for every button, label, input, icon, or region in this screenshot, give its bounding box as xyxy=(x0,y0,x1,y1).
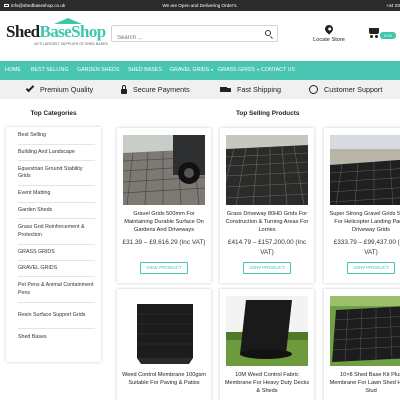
nav-shed-bases[interactable]: SHED BASES xyxy=(128,61,162,80)
support-icon xyxy=(309,85,318,94)
lock-icon xyxy=(121,84,127,94)
nav-best-selling[interactable]: BEST SELLING xyxy=(31,61,69,80)
product-card[interactable]: 10×8 Shed Base Kit Plus Membrane For Law… xyxy=(324,289,400,400)
map-pin-icon xyxy=(323,23,335,35)
product-name[interactable]: Super Strong Gravel Grids 50mm For Helic… xyxy=(327,210,400,235)
site-header: ShedBaseShop UK'S LARGEST SUPPLIER OF SH… xyxy=(0,11,400,61)
category-item[interactable]: Shed Bases xyxy=(18,329,95,347)
category-item[interactable]: GRASS GRIDS xyxy=(18,245,95,261)
locate-store-label: Locate Store xyxy=(313,37,345,43)
category-item[interactable]: Garden Sheds xyxy=(18,203,95,219)
nav-label: GRASS GRIDS xyxy=(218,67,255,73)
product-image[interactable] xyxy=(123,296,205,366)
product-name[interactable]: 10×8 Shed Base Kit Plus Membrane For Law… xyxy=(327,371,400,396)
chevron-down-icon xyxy=(256,68,259,71)
search-icon[interactable] xyxy=(265,30,271,36)
view-product-button[interactable]: VIEW PRODUCT xyxy=(243,262,291,274)
nav-label: CONTACT US xyxy=(261,67,295,73)
product-image[interactable] xyxy=(330,135,400,205)
nav-label: BEST SELLING xyxy=(31,67,69,73)
site-logo[interactable]: ShedBaseShop UK'S LARGEST SUPPLIER OF SH… xyxy=(6,18,108,55)
nav-label: GRAVEL GRIDS xyxy=(170,67,210,73)
category-item[interactable]: Equestrian Ground Stability Grids xyxy=(18,161,95,186)
locate-store-link[interactable]: Locate Store xyxy=(309,23,349,43)
categories-title: Top Categories xyxy=(30,110,77,117)
nav-contact-us[interactable]: CONTACT US xyxy=(261,61,295,80)
view-product-button[interactable]: VIEW PRODUCT xyxy=(347,262,395,274)
logo-text-shed: Shed xyxy=(6,22,40,41)
usp-premium-quality: Premium Quality xyxy=(25,80,94,99)
product-image[interactable] xyxy=(123,135,205,205)
top-bar: info@shedbaseshop.co.uk We are Open and … xyxy=(0,0,400,11)
product-name[interactable]: 10M Weed Control Fabric Membrane For Hea… xyxy=(223,371,311,396)
product-card[interactable]: Grass Driveway 80HD Grids For Constructi… xyxy=(220,128,314,283)
nav-label: SHED BASES xyxy=(128,67,162,73)
product-name[interactable]: Grass Driveway 80HD Grids For Constructi… xyxy=(223,210,311,235)
top-selling-title: Top Selling Products xyxy=(236,110,300,117)
product-name[interactable]: Gravel Grids 500mm For Maintaining Durab… xyxy=(120,210,208,235)
nav-label: GARDEN SHEDS xyxy=(77,67,120,73)
usp-label: Customer Support xyxy=(324,85,383,94)
chevron-down-icon xyxy=(211,68,214,71)
nav-home[interactable]: HOME xyxy=(5,61,21,80)
categories-panel: Best Selling Building And Landscape Eque… xyxy=(6,127,101,362)
usp-customer-support: Customer Support xyxy=(309,80,382,99)
usp-bar: Premium Quality Secure Payments Fast Shi… xyxy=(0,80,400,99)
category-item[interactable]: Resin Surface Support Grids xyxy=(18,303,95,329)
usp-label: Fast Shipping xyxy=(237,85,281,94)
product-price: £333.79 – £99,437.00 (Inc VAT) xyxy=(333,239,400,256)
product-name[interactable]: Weed Control Membrane 100gsm Suitable Fo… xyxy=(120,371,208,387)
view-product-button[interactable]: VIEW PRODUCT xyxy=(140,262,188,274)
product-card[interactable]: 10M Weed Control Fabric Membrane For Hea… xyxy=(220,289,314,400)
category-item[interactable]: Grass Grid Reinforcement & Protection xyxy=(18,219,95,245)
product-price: £414.79 – £157,200.00 (Inc VAT) xyxy=(227,239,307,256)
search-bar xyxy=(111,25,278,46)
product-image[interactable] xyxy=(226,296,308,366)
nav-grass-grids[interactable]: GRASS GRIDS xyxy=(218,61,259,80)
usp-label: Premium Quality xyxy=(40,85,94,94)
usp-fast-shipping: Fast Shipping xyxy=(220,80,281,99)
product-image[interactable] xyxy=(226,135,308,205)
search-input[interactable] xyxy=(112,30,252,46)
category-item[interactable]: GRAVEL GRIDS xyxy=(18,261,95,277)
cart-icon[interactable] xyxy=(367,27,379,38)
category-item[interactable]: Building And Landscape xyxy=(18,145,95,161)
logo-roof-mark xyxy=(54,18,82,24)
phone-text[interactable]: +44 03 xyxy=(386,0,400,11)
usp-secure-payments: Secure Payments xyxy=(121,80,190,99)
category-item[interactable]: Pet Pens & Animal Containment Pens xyxy=(18,277,95,303)
category-item[interactable]: Best Selling xyxy=(18,127,95,145)
product-card[interactable]: Gravel Grids 500mm For Maintaining Durab… xyxy=(117,128,211,283)
category-item[interactable]: Event Matting xyxy=(18,186,95,203)
product-card[interactable]: Super Strong Gravel Grids 50mm For Helic… xyxy=(324,128,400,283)
logo-text-baseshop: BaseShop xyxy=(39,22,107,41)
truck-icon xyxy=(220,86,231,93)
usp-label: Secure Payments xyxy=(133,85,190,94)
cart-badge[interactable]: 0.00 xyxy=(380,32,396,39)
nav-label: HOME xyxy=(5,67,21,73)
product-card[interactable]: Weed Control Membrane 100gsm Suitable Fo… xyxy=(117,289,211,400)
check-icon xyxy=(25,83,35,93)
logo-tagline: UK'S LARGEST SUPPLIER OF SHED BASES xyxy=(34,42,108,46)
nav-garden-sheds[interactable]: GARDEN SHEDS xyxy=(77,61,119,80)
category-list: Best Selling Building And Landscape Eque… xyxy=(18,127,95,347)
announcement-text: We are Open and Delivering Order's. xyxy=(162,3,238,8)
product-image[interactable] xyxy=(330,296,400,366)
product-price: £31.39 – £9,616.29 (Inc VAT) xyxy=(122,239,206,246)
main-nav: HOME BEST SELLING GARDEN SHEDS SHED BASE… xyxy=(0,61,400,80)
nav-gravel-grids[interactable]: GRAVEL GRIDS xyxy=(170,61,214,80)
